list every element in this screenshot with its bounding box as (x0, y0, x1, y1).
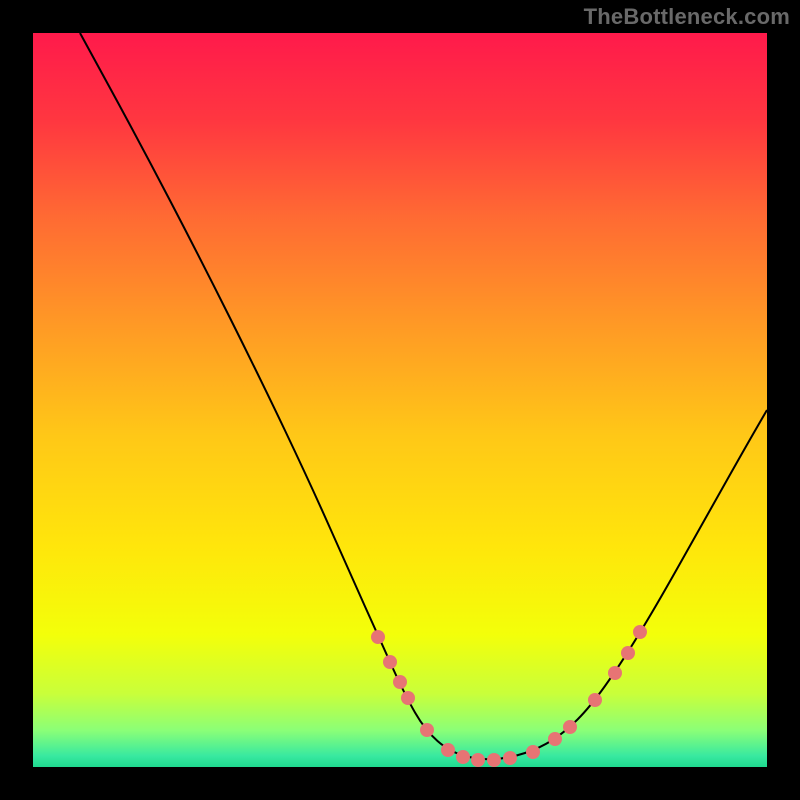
data-point-dot (621, 646, 635, 660)
data-point-dot (383, 655, 397, 669)
data-point-dot (401, 691, 415, 705)
data-point-dot (441, 743, 455, 757)
chart-stage: { "watermark": "TheBottleneck.com", "gra… (0, 0, 800, 800)
data-point-dot (608, 666, 622, 680)
data-point-dot (503, 751, 517, 765)
data-point-dot (456, 750, 470, 764)
data-point-dot (633, 625, 647, 639)
gradient-plot-area (33, 33, 767, 767)
data-point-dot (487, 753, 501, 767)
data-point-dot (471, 753, 485, 767)
data-point-dot (371, 630, 385, 644)
data-point-dot (393, 675, 407, 689)
data-point-dot (588, 693, 602, 707)
data-point-dot (563, 720, 577, 734)
watermark-text: TheBottleneck.com (584, 4, 790, 30)
data-point-dot (420, 723, 434, 737)
data-point-dot (548, 732, 562, 746)
data-point-dot (526, 745, 540, 759)
chart-svg (0, 0, 800, 800)
